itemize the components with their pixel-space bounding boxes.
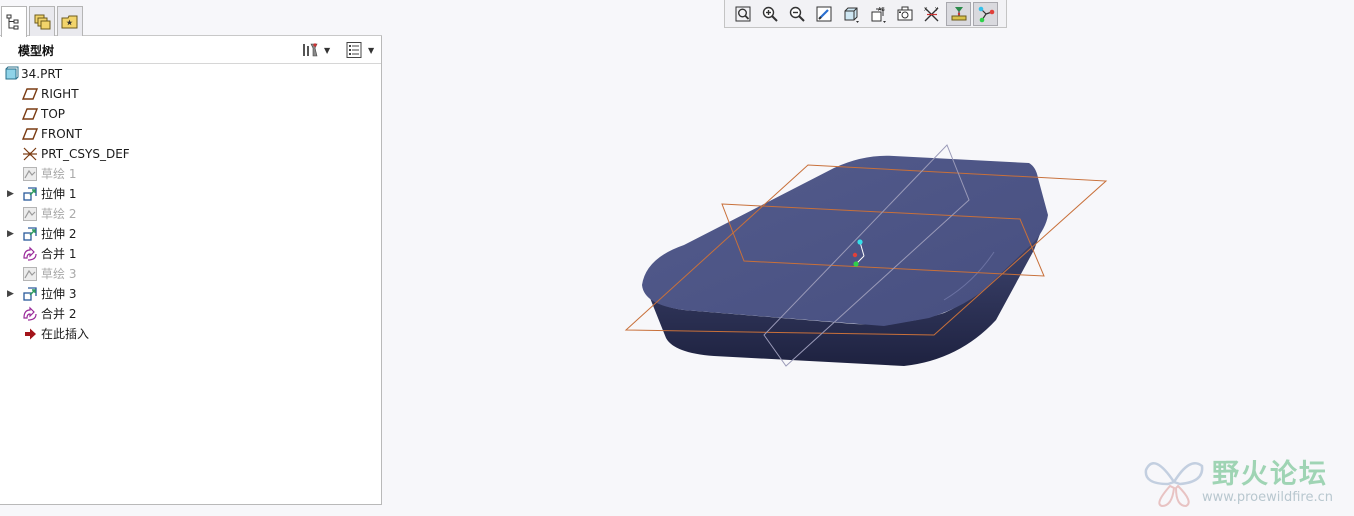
zoom-out-button[interactable] [784,2,809,26]
model-tree: 34.PRT RIGHT TOP FRONT PRT_CSYS_DEF 草绘 1 ▶ 拉伸 1… [0,64,381,344]
tree-item-label: 合并 1 [41,247,77,261]
tree-item[interactable]: 草绘 1 [0,164,381,184]
model-tree-header: 模型树 ▼ ▼ [0,37,381,64]
tree-show-button[interactable]: ▼ [345,40,374,60]
tree-item[interactable]: TOP [0,104,381,124]
layers-icon [34,14,51,29]
tree-item[interactable]: ▶ 拉伸 3 [0,284,381,304]
tree-item-label: 合并 2 [41,307,77,321]
tab-layers[interactable] [29,6,55,36]
tree-item[interactable]: 草绘 2 [0,204,381,224]
tree-item[interactable]: 草绘 3 [0,264,381,284]
expand-arrow-icon[interactable]: ▶ [7,184,16,204]
spin-center-icon [977,5,995,23]
refit-icon [734,5,752,23]
sketch-icon [22,206,38,222]
tree-item-label: FRONT [41,127,82,141]
expand-arrow-icon[interactable]: ▶ [7,224,16,244]
tree-item-label: PRT_CSYS_DEF [41,147,130,161]
display-style-button[interactable] [838,2,863,26]
part-icon [3,66,19,82]
tab-favorites[interactable] [57,6,83,36]
extrude-icon [22,186,38,202]
svg-text:X: X [924,7,928,13]
tree-settings-button[interactable]: ▼ [301,40,330,60]
csys-icon [22,146,38,162]
watermark-title: 野火论坛 [1212,459,1328,490]
spin-center-button[interactable] [973,1,998,26]
model-tree-icon [6,14,19,30]
merge-icon [22,306,38,322]
annotation-display-button[interactable] [946,1,971,26]
datum-plane-icon [21,86,39,102]
tree-item[interactable]: FRONT [0,124,381,144]
extrude-icon [22,286,38,302]
tree-item-label: 草绘 2 [41,207,77,221]
tree-settings-icon [303,43,318,57]
tree-item[interactable]: 合并 2 [0,304,381,324]
navigator-tab-strip [0,0,382,37]
view-manager-button[interactable] [892,2,917,26]
view-manager-icon [896,5,914,23]
favorites-folder-icon [61,15,78,28]
tree-item-label: TOP [41,107,66,121]
zoom-in-button[interactable] [757,2,782,26]
svg-text:Y: Y [934,7,939,13]
creo-window: 模型树 ▼ ▼ 34.PRT RIGHT TOP FRONT PRT_CSYS_… [0,0,1354,516]
tree-item-label: 拉伸 2 [41,227,77,241]
tree-show-icon [346,42,362,58]
insert-here-arrow-icon [22,326,38,342]
tree-item-label: 34.PRT [21,67,63,81]
zoom-out-icon [788,5,806,23]
watermark-url: www.proewildfire.cn [1202,490,1333,505]
tree-item-label: 拉伸 3 [41,287,77,301]
chevron-down-icon: ▼ [324,45,331,55]
graphics-viewport[interactable] [384,30,1354,516]
display-style-icon [842,5,860,23]
repaint-button[interactable] [811,2,836,26]
tree-item[interactable]: PRT_CSYS_DEF [0,144,381,164]
graphics-toolbar: AB X Y [724,0,1007,28]
tree-item[interactable]: ▶ 拉伸 1 [0,184,381,204]
extrude-icon [22,226,38,242]
expand-arrow-icon[interactable]: ▶ [7,284,16,304]
tree-item[interactable]: 在此插入 [0,324,381,344]
datum-plane-icon [21,106,39,122]
tree-item[interactable]: 合并 1 [0,244,381,264]
model-tree-title: 模型树 [18,44,55,58]
sketch-icon [22,166,38,182]
butterfly-logo-icon [1144,462,1204,508]
zoom-in-icon [761,5,779,23]
svg-text:AB: AB [878,7,885,13]
datum-display-icon: XY [923,5,941,23]
saved-views-button[interactable]: AB [865,2,890,26]
tree-item-label: 在此插入 [41,327,90,341]
tree-item[interactable]: ▶ 拉伸 2 [0,224,381,244]
tab-model-tree[interactable] [1,6,27,37]
tree-item-label: RIGHT [41,87,79,101]
repaint-icon [815,5,833,23]
refit-button[interactable] [730,2,755,26]
tree-item[interactable]: 34.PRT [0,64,381,84]
tree-item-label: 草绘 1 [41,167,77,181]
tree-item-label: 拉伸 1 [41,187,77,201]
annotation-display-icon [950,5,968,23]
sketch-icon [22,266,38,282]
navigator-panel: 模型树 ▼ ▼ 34.PRT RIGHT TOP FRONT PRT_CSYS_… [0,0,382,505]
chevron-down-icon: ▼ [368,45,375,55]
model-3d-view[interactable] [384,30,1354,516]
tree-item[interactable]: RIGHT [0,84,381,104]
merge-icon [22,246,38,262]
tree-item-label: 草绘 3 [41,267,77,281]
datum-display-button[interactable]: XY [919,2,944,26]
forum-watermark: 野火论坛 www.proewildfire.cn [1142,450,1354,512]
datum-plane-icon [21,126,39,142]
saved-views-icon: AB [869,5,887,23]
